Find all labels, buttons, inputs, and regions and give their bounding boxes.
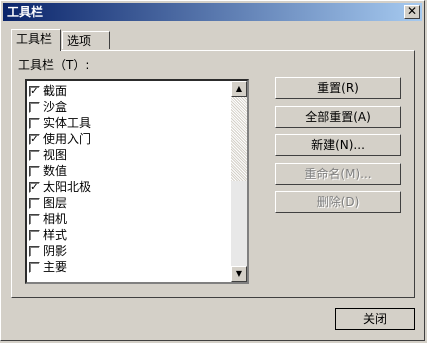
list-item-label: 截面 bbox=[43, 84, 68, 98]
list-item[interactable]: ✓ 截面 bbox=[29, 83, 91, 99]
list-item[interactable]: 样式 bbox=[29, 227, 91, 243]
list-item[interactable]: 视图 bbox=[29, 147, 91, 163]
list-item[interactable]: 实体工具 bbox=[29, 115, 91, 131]
checkbox[interactable] bbox=[29, 149, 40, 161]
list-item[interactable]: 图层 bbox=[29, 195, 91, 211]
list-item-label: 阴影 bbox=[43, 244, 68, 258]
scroll-up-icon[interactable]: ▲ bbox=[231, 81, 247, 97]
list-item-label: 沙盒 bbox=[43, 100, 68, 114]
list-item[interactable]: 主要 bbox=[29, 259, 91, 275]
list-item-label: 数值 bbox=[43, 164, 68, 178]
checkbox[interactable] bbox=[29, 117, 40, 129]
list-item-label: 主要 bbox=[43, 260, 68, 274]
close-icon[interactable]: ✕ bbox=[404, 5, 420, 19]
list-item-label: 图层 bbox=[43, 196, 68, 210]
delete-button[interactable]: 删除(D) bbox=[275, 191, 401, 213]
scroll-thumb[interactable] bbox=[231, 97, 247, 181]
title-bar[interactable]: 工具栏 ✕ bbox=[3, 3, 422, 21]
toolbar-list-label: 工具栏（T）: bbox=[18, 58, 90, 72]
list-item[interactable]: 沙盒 bbox=[29, 99, 91, 115]
checkbox[interactable] bbox=[29, 165, 40, 177]
list-item[interactable]: ✓ 使用入门 bbox=[29, 131, 91, 147]
rename-button[interactable]: 重命名(M)... bbox=[275, 163, 401, 185]
checkbox[interactable] bbox=[29, 229, 40, 241]
list-item-label: 太阳北极 bbox=[43, 180, 92, 194]
checkbox[interactable] bbox=[29, 101, 40, 113]
reset-all-button[interactable]: 全部重置(A) bbox=[275, 106, 401, 128]
close-button[interactable]: 关闭 bbox=[335, 308, 415, 330]
window-title: 工具栏 bbox=[7, 5, 44, 19]
list-item-label: 相机 bbox=[43, 212, 68, 226]
list-item[interactable]: 相机 bbox=[29, 211, 91, 227]
list-item-label: 样式 bbox=[43, 228, 68, 242]
reset-button[interactable]: 重置(R) bbox=[275, 77, 401, 99]
tab-toolbars[interactable]: 工具栏 bbox=[11, 29, 61, 51]
checkbox[interactable] bbox=[29, 213, 40, 225]
list-item-label: 视图 bbox=[43, 148, 68, 162]
list-item-label: 使用入门 bbox=[43, 132, 92, 146]
tab-options[interactable]: 选项 bbox=[62, 31, 110, 49]
toolbar-list[interactable]: ✓ 截面 沙盒 实体工具 ✓ 使用入门 视图 数值 ✓ 太阳北极 图层 相机 样式 阴影 主要 ▲ ▼ bbox=[25, 79, 249, 284]
toolbar-list-items: ✓ 截面 沙盒 实体工具 ✓ 使用入门 视图 数值 ✓ 太阳北极 图层 相机 样式 阴影 主要 bbox=[29, 83, 91, 275]
vertical-scrollbar[interactable]: ▲ ▼ bbox=[231, 81, 247, 282]
checkbox[interactable]: ✓ bbox=[29, 133, 40, 145]
list-item[interactable]: 阴影 bbox=[29, 243, 91, 259]
checkbox[interactable]: ✓ bbox=[29, 85, 40, 97]
new-button[interactable]: 新建(N)... bbox=[275, 134, 401, 156]
checkbox[interactable] bbox=[29, 197, 40, 209]
list-item[interactable]: ✓ 太阳北极 bbox=[29, 179, 91, 195]
toolbar-dialog: 工具栏 ✕ 工具栏 选项 工具栏（T）: ✓ 截面 沙盒 实体工具 ✓ 使用入门 视图 数值 ✓… bbox=[0, 0, 425, 341]
checkbox[interactable]: ✓ bbox=[29, 181, 40, 193]
list-item-label: 实体工具 bbox=[43, 116, 92, 130]
scroll-down-icon[interactable]: ▼ bbox=[231, 266, 247, 282]
checkbox[interactable] bbox=[29, 261, 40, 273]
list-item[interactable]: 数值 bbox=[29, 163, 91, 179]
checkbox[interactable] bbox=[29, 245, 40, 257]
